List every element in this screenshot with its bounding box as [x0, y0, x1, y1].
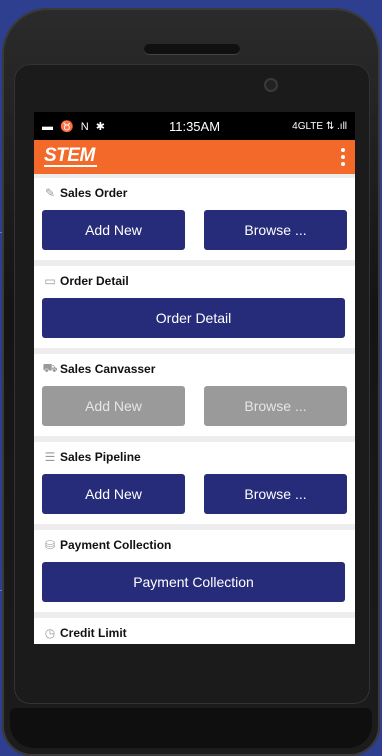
- phone-bottom-bar: [10, 708, 372, 748]
- sales-canvasser-browse-button[interactable]: Browse ...: [204, 386, 347, 426]
- section-payment-collection: ⛁ Payment Collection Payment Collection: [34, 530, 355, 612]
- payment-icon: ⛁: [44, 538, 56, 552]
- section-order-detail: ▭ Order Detail Order Detail: [34, 266, 355, 348]
- sales-order-add-new-button[interactable]: Add New: [42, 210, 185, 250]
- section-credit-limit: ◷ Credit Limit: [34, 618, 355, 644]
- sales-pipeline-add-new-button[interactable]: Add New: [42, 474, 185, 514]
- order-detail-button[interactable]: Order Detail: [42, 298, 345, 338]
- status-icons-left: ▬ ♉ N ✱: [42, 120, 108, 133]
- menu-list: ✎ Sales Order Add New Browse ... ▭ Order…: [34, 178, 355, 644]
- document-icon: ▭: [44, 274, 56, 288]
- overflow-menu-icon[interactable]: [341, 148, 345, 166]
- pipeline-icon: ☰: [44, 450, 56, 464]
- section-title: Sales Pipeline: [60, 450, 141, 464]
- section-title: Payment Collection: [60, 538, 172, 552]
- app-bar: STEM: [34, 140, 355, 174]
- clock-icon: ◷: [44, 626, 56, 640]
- section-title: Order Detail: [60, 274, 129, 288]
- sales-canvasser-add-new-button[interactable]: Add New: [42, 386, 185, 426]
- sales-pipeline-browse-button[interactable]: Browse ...: [204, 474, 347, 514]
- status-time: 11:35AM: [168, 118, 221, 134]
- truck-icon: ⛟: [42, 361, 58, 375]
- status-icons-right: 4GLTE ⇅ .ıll: [292, 120, 348, 132]
- sales-order-browse-button[interactable]: Browse ...: [204, 210, 347, 250]
- app-screen: ▬ ♉ N ✱ 11:35AM 4GLTE ⇅ .ıll STEM ✎ Sale…: [34, 112, 355, 644]
- section-sales-order: ✎ Sales Order Add New Browse ...: [34, 178, 355, 260]
- section-sales-canvasser: ⛟ Sales Canvasser Add New Browse ...: [34, 354, 355, 436]
- stem-logo: STEM: [44, 145, 97, 167]
- speaker-grille: [144, 44, 240, 54]
- status-bar: ▬ ♉ N ✱ 11:35AM 4GLTE ⇅ .ıll: [34, 112, 355, 140]
- edit-icon: ✎: [44, 186, 56, 200]
- section-title: Credit Limit: [60, 626, 127, 640]
- section-sales-pipeline: ☰ Sales Pipeline Add New Browse ...: [34, 442, 355, 524]
- section-title: Sales Canvasser: [60, 362, 156, 376]
- payment-collection-button[interactable]: Payment Collection: [42, 562, 345, 602]
- section-title: Sales Order: [60, 186, 128, 200]
- front-camera: [264, 78, 278, 92]
